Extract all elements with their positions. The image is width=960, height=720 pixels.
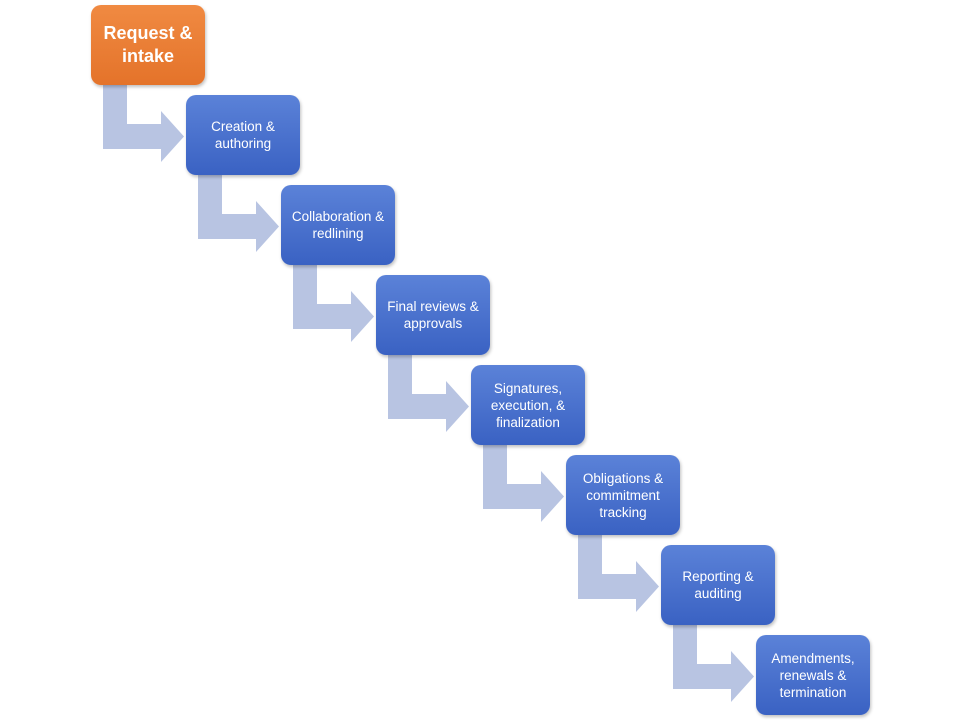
process-step: Final reviews & approvals — [376, 275, 490, 355]
step-label: Obligations & commitment tracking — [582, 470, 664, 520]
step-label: Creation & authoring — [211, 119, 275, 151]
process-step: Request & intake — [91, 5, 205, 85]
step-label: Signatures, execution, & finalization — [490, 380, 566, 430]
bent-arrow-connector — [103, 85, 184, 162]
bent-arrow-connector — [483, 445, 564, 522]
connector-layer — [103, 85, 754, 702]
bent-arrow-connector — [578, 535, 659, 612]
bent-arrow-connector — [293, 265, 374, 342]
bent-arrow-connector — [198, 175, 279, 252]
process-step: Collaboration & redlining — [281, 185, 395, 265]
bent-arrow-connector — [673, 625, 754, 702]
process-step: Reporting & auditing — [661, 545, 775, 625]
step-label: Request & intake — [103, 23, 193, 66]
step-label: Final reviews & approvals — [387, 299, 479, 331]
process-step: Amendments, renewals & termination — [756, 635, 870, 715]
process-step: Creation & authoring — [186, 95, 300, 175]
step-label: Reporting & auditing — [682, 569, 754, 601]
bent-arrow-connector — [388, 355, 469, 432]
process-step: Obligations & commitment tracking — [566, 455, 680, 535]
step-label: Collaboration & redlining — [291, 209, 385, 241]
step-label: Amendments, renewals & termination — [771, 650, 855, 700]
process-step: Signatures, execution, & finalization — [471, 365, 585, 445]
